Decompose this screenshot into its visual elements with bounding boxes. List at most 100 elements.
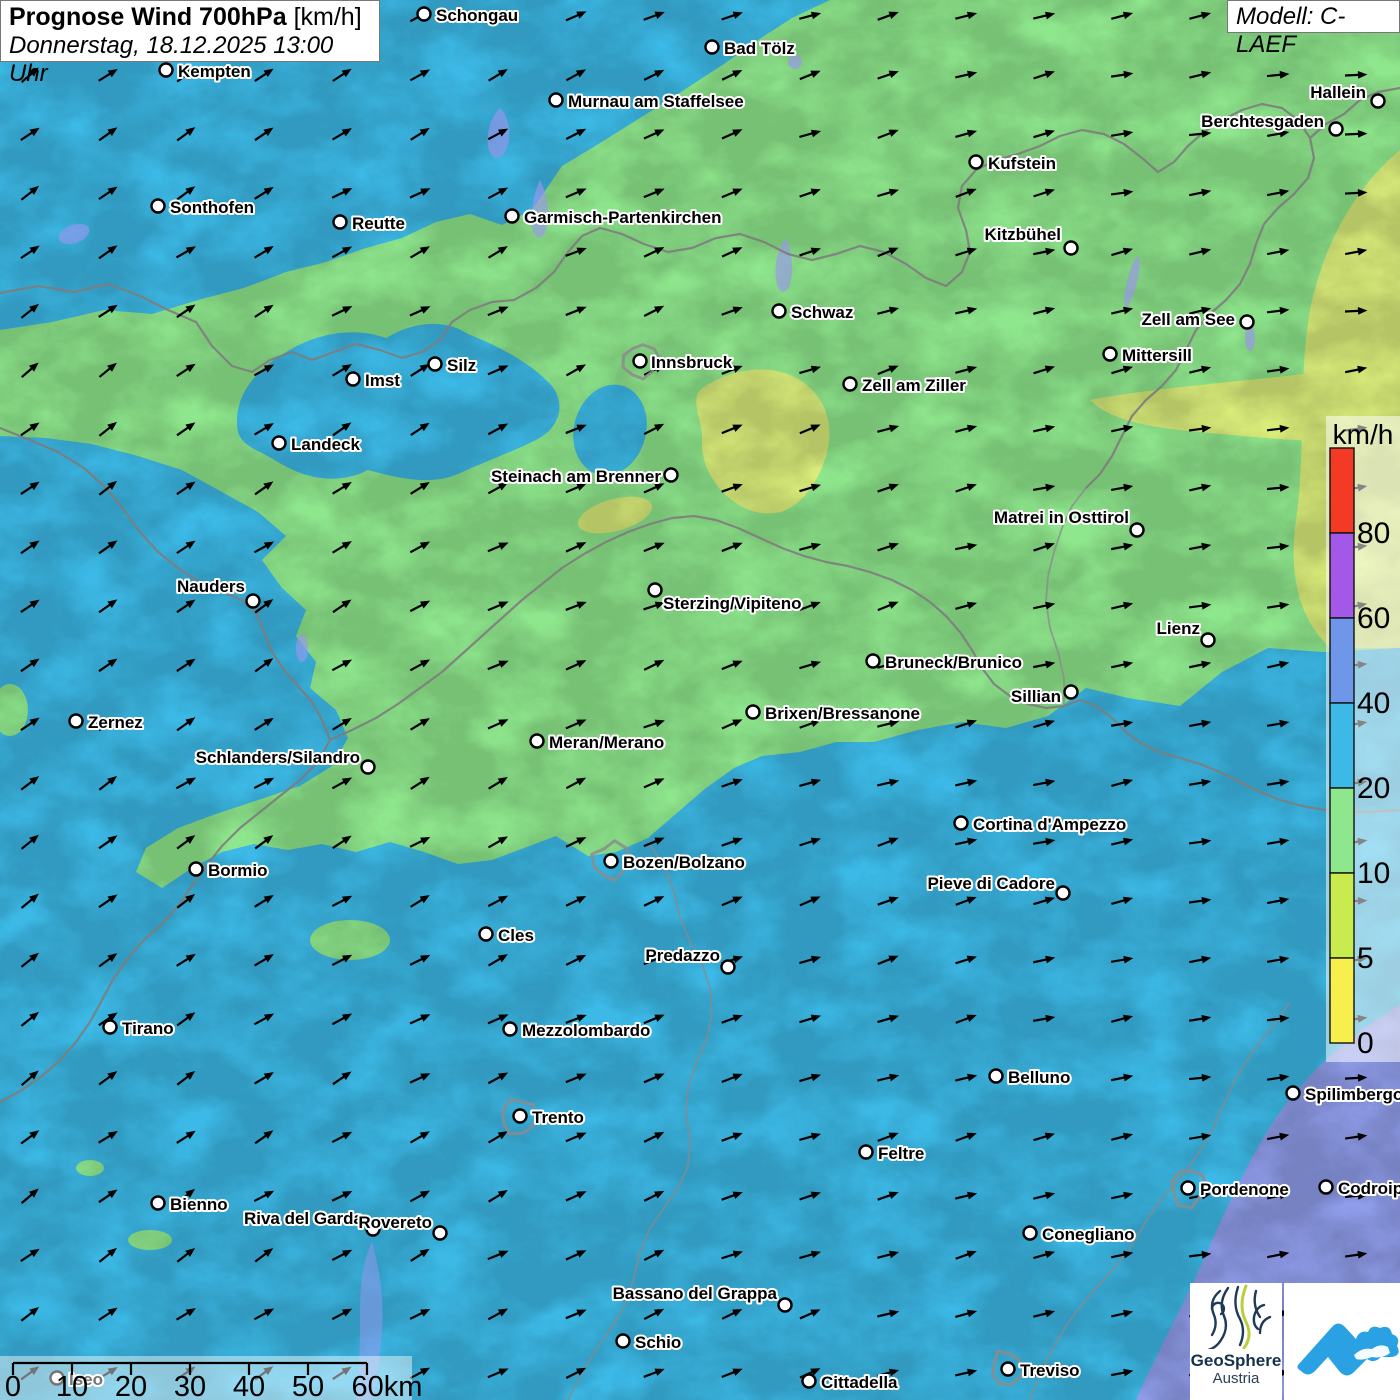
legend-segment (1330, 533, 1354, 618)
city-label: Berchtesgaden (1201, 112, 1324, 131)
city-marker (362, 761, 375, 774)
city-marker (506, 210, 519, 223)
mountain-cloud-icon (1284, 1283, 1400, 1400)
partner-logo (1284, 1283, 1400, 1400)
city-marker (1104, 348, 1117, 361)
city-marker (649, 584, 662, 597)
city-label: Cittadella (821, 1373, 898, 1392)
city-marker (1241, 316, 1254, 329)
scale-bar-label: 10 (56, 1371, 88, 1400)
geosphere-logo-icon (1190, 1283, 1282, 1349)
city-label: Reutte (352, 214, 405, 233)
city-marker (803, 1375, 816, 1388)
city-label: Predazzo (645, 946, 720, 965)
city-label: Meran/Merano (549, 733, 664, 752)
city-label: Pieve di Cadore (927, 874, 1055, 893)
city-label: Nauders (177, 577, 245, 596)
model-label: Modell: C-LAEF (1227, 0, 1400, 33)
legend-value-label: 20 (1357, 772, 1390, 805)
city-marker (747, 706, 760, 719)
city-marker (190, 863, 203, 876)
city-label: Sterzing/Vipiteno (663, 594, 802, 613)
city-marker (722, 961, 735, 974)
city-marker (665, 469, 678, 482)
city-label: Mezzolombardo (522, 1021, 650, 1040)
city-label: Brixen/Bressanone (765, 704, 920, 723)
geosphere-logo-country: Austria (1190, 1370, 1282, 1387)
legend-value-label: 5 (1357, 942, 1374, 975)
city-marker (273, 437, 286, 450)
city-label: Bienno (170, 1195, 228, 1214)
city-marker (990, 1070, 1003, 1083)
city-marker (70, 715, 83, 728)
city-marker (1320, 1181, 1333, 1194)
city-label: Cles (498, 926, 534, 945)
map-title: Prognose Wind 700hPa [km/h] (9, 3, 371, 32)
city-label: Matrei in Osttirol (994, 508, 1129, 527)
city-label: Mittersill (1122, 346, 1192, 365)
city-marker (634, 355, 647, 368)
city-label: Bozen/Bolzano (623, 853, 745, 872)
city-marker (844, 378, 857, 391)
city-label: Spilimbergo (1305, 1085, 1400, 1104)
city-marker (1131, 524, 1144, 537)
city-marker (434, 1227, 447, 1240)
city-marker (334, 216, 347, 229)
city-marker (860, 1146, 873, 1159)
city-label: Tirano (122, 1019, 174, 1038)
city-label: Lienz (1157, 619, 1200, 638)
scale-bar-label: 30 (174, 1371, 206, 1400)
legend-segment (1330, 788, 1354, 873)
city-label: Bassano del Grappa (613, 1284, 778, 1303)
city-marker (1287, 1087, 1300, 1100)
scale-bar-label: 60km (352, 1371, 423, 1400)
city-label: Cortina d'Ampezzo (973, 815, 1126, 834)
legend-title: km/h (1333, 419, 1394, 450)
legend-segment (1330, 873, 1354, 958)
city-label: Treviso (1020, 1361, 1080, 1380)
legend-segment (1330, 618, 1354, 703)
geosphere-logo: GeoSphere Austria (1190, 1283, 1282, 1400)
scale-bar-label: 40 (233, 1371, 265, 1400)
city-marker (1024, 1227, 1037, 1240)
city-marker (970, 156, 983, 169)
city-label: Bruneck/Brunico (885, 653, 1022, 672)
city-marker (773, 305, 786, 318)
city-label: Garmisch-Partenkirchen (524, 208, 721, 227)
map-canvas: SchongauBad TölzKemptenMurnau am Staffel… (0, 0, 1400, 1400)
wind-forecast-map-page: SchongauBad TölzKemptenMurnau am Staffel… (0, 0, 1400, 1400)
map-title-main: Prognose Wind 700hPa (9, 3, 287, 31)
city-label: Schwaz (791, 303, 853, 322)
city-label: Rovereto (358, 1213, 432, 1232)
title-box: Prognose Wind 700hPa [km/h] Donnerstag, … (0, 0, 380, 62)
city-marker (1372, 95, 1385, 108)
city-label: Feltre (878, 1144, 924, 1163)
city-marker (706, 41, 719, 54)
city-marker (347, 373, 360, 386)
city-label: Murnau am Staffelsee (568, 92, 744, 111)
city-marker (1330, 123, 1343, 136)
city-marker (152, 1197, 165, 1210)
city-marker (867, 655, 880, 668)
city-label: Sillian (1011, 687, 1061, 706)
scale-bar: 0102030405060km (0, 1356, 422, 1400)
city-marker (1057, 887, 1070, 900)
city-marker (1065, 686, 1078, 699)
city-marker (531, 735, 544, 748)
city-label: Riva del Garda (244, 1209, 364, 1228)
legend-value-label: 60 (1357, 602, 1390, 635)
scale-bar-label: 0 (5, 1371, 21, 1400)
legend-segment (1330, 958, 1354, 1043)
city-label: Codroipo (1338, 1179, 1400, 1198)
city-label: Innsbruck (651, 353, 733, 372)
city-label: Kitzbühel (985, 225, 1062, 244)
city-marker (104, 1021, 117, 1034)
city-label: Trento (532, 1108, 584, 1127)
city-label: Schio (635, 1333, 681, 1352)
city-marker (605, 855, 618, 868)
city-label: Steinach am Brenner (491, 467, 661, 486)
map-valid-time: Donnerstag, 18.12.2025 13:00 Uhr (9, 32, 371, 88)
legend-value-label: 40 (1357, 687, 1390, 720)
city-marker (1065, 242, 1078, 255)
city-label: Belluno (1008, 1068, 1070, 1087)
